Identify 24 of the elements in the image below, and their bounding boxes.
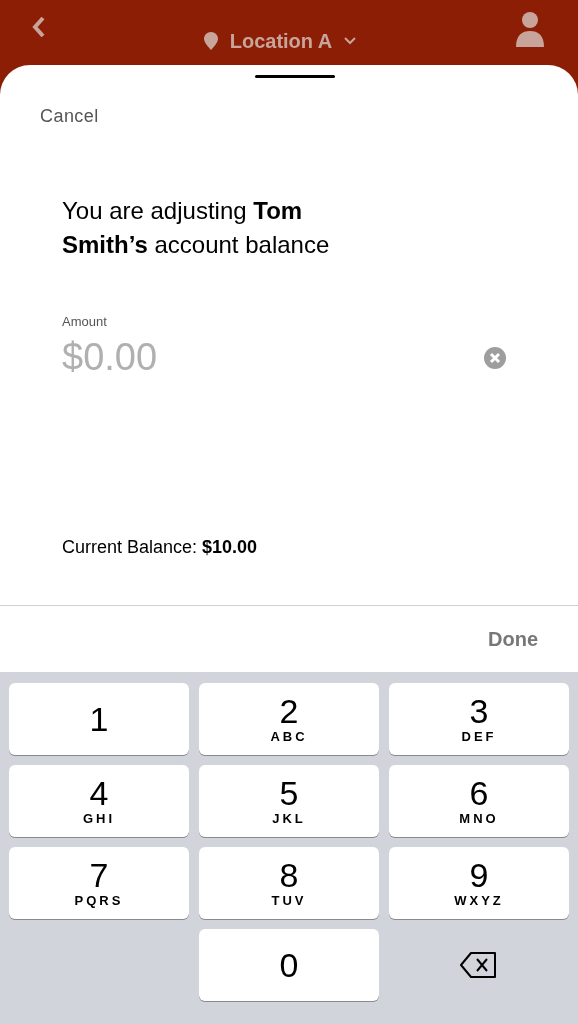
location-selector[interactable]: Location A	[229, 25, 333, 56]
clear-icon[interactable]	[484, 346, 506, 369]
keypad-key[interactable]: 3 DEF	[389, 683, 569, 755]
heading: You are adjusting Tom Smith’s account balance	[62, 196, 331, 260]
keypad-key[interactable]: 4 GHI	[9, 765, 189, 837]
keypad-key[interactable]: 5 JKL	[199, 765, 379, 837]
keypad-key[interactable]: 2 ABC	[199, 683, 379, 755]
current-balance: Current Balance: $10.00	[62, 535, 259, 559]
back-icon[interactable]	[32, 14, 46, 39]
done-button[interactable]: Done	[488, 624, 538, 654]
amount-label: Amount	[62, 313, 107, 331]
amount-field[interactable]: $0.00	[62, 333, 484, 382]
drag-handle[interactable]	[255, 75, 335, 78]
cancel-button[interactable]: Cancel	[40, 103, 99, 130]
chevron-down-icon	[344, 36, 357, 45]
user-icon[interactable]	[514, 10, 546, 47]
keypad-key[interactable]: 8 TUV	[199, 847, 379, 919]
keypad-key[interactable]: 7 PQRS	[9, 847, 189, 919]
location-pin-icon	[203, 31, 218, 50]
keypad-key[interactable]: 1	[9, 683, 189, 755]
keypad-key[interactable]: 6 MNO	[389, 765, 569, 837]
keypad-key[interactable]: 9 WXYZ	[389, 847, 569, 919]
keypad-key[interactable]: 0	[199, 929, 379, 1001]
backspace-icon[interactable]	[460, 951, 498, 979]
